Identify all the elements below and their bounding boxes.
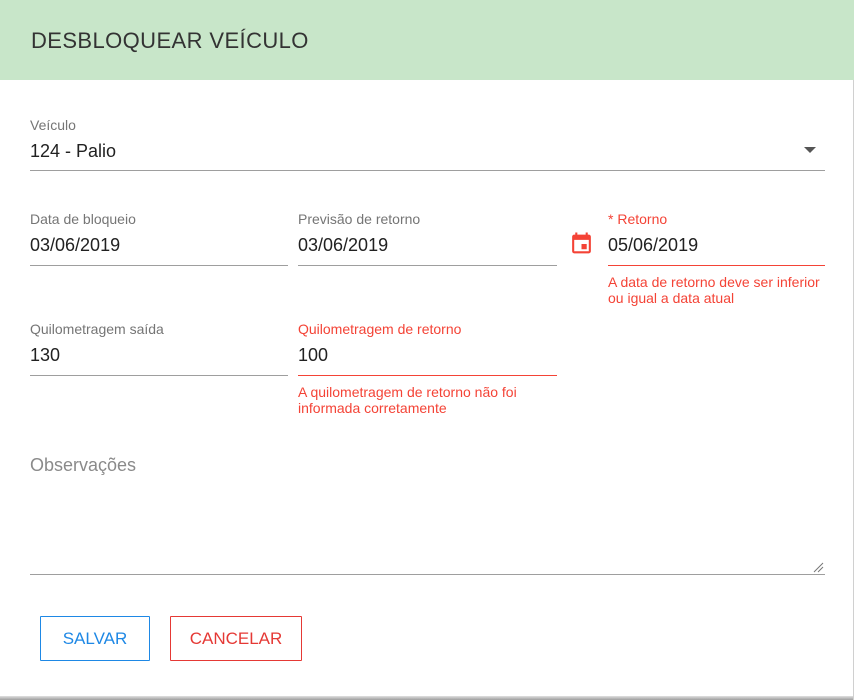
return-date-field[interactable]: 05/06/2019 <box>608 235 698 256</box>
vehicle-label: Veículo <box>30 117 76 133</box>
cancel-button[interactable]: CANCELAR <box>170 616 302 661</box>
km-return-underline <box>298 375 557 376</box>
dialog-bottom-edge <box>0 696 854 700</box>
block-date-label: Data de bloqueio <box>30 211 136 227</box>
dialog-header: DESBLOQUEAR VEÍCULO <box>0 0 854 80</box>
calendar-icon[interactable] <box>569 231 594 257</box>
vehicle-select-underline <box>30 170 825 171</box>
km-return-label: Quilometragem de retorno <box>298 321 462 337</box>
block-date-field[interactable]: 03/06/2019 <box>30 235 120 256</box>
dialog-title: DESBLOQUEAR VEÍCULO <box>31 28 309 53</box>
expected-return-field[interactable]: 03/06/2019 <box>298 235 388 256</box>
block-date-underline <box>30 265 288 266</box>
dropdown-arrow-icon[interactable] <box>804 147 816 153</box>
expected-return-underline <box>298 265 557 266</box>
return-date-underline <box>608 265 825 266</box>
km-return-field[interactable]: 100 <box>298 345 328 366</box>
km-out-label: Quilometragem saída <box>30 321 164 337</box>
unlock-vehicle-dialog: DESBLOQUEAR VEÍCULO Veículo 124 - Palio … <box>0 0 854 700</box>
expected-return-label: Previsão de retorno <box>298 211 421 227</box>
return-date-error: A data de retorno deve ser inferior ou i… <box>608 274 820 306</box>
km-out-field[interactable]: 130 <box>30 345 60 366</box>
notes-textarea[interactable] <box>30 450 825 575</box>
km-return-error: A quilometragem de retorno não foi infor… <box>298 384 517 416</box>
resize-grip-icon[interactable] <box>813 562 824 573</box>
return-date-label: * Retorno <box>608 211 668 227</box>
save-button[interactable]: SALVAR <box>40 616 150 661</box>
km-out-underline <box>30 375 288 376</box>
vehicle-select[interactable]: 124 - Palio <box>30 141 116 162</box>
